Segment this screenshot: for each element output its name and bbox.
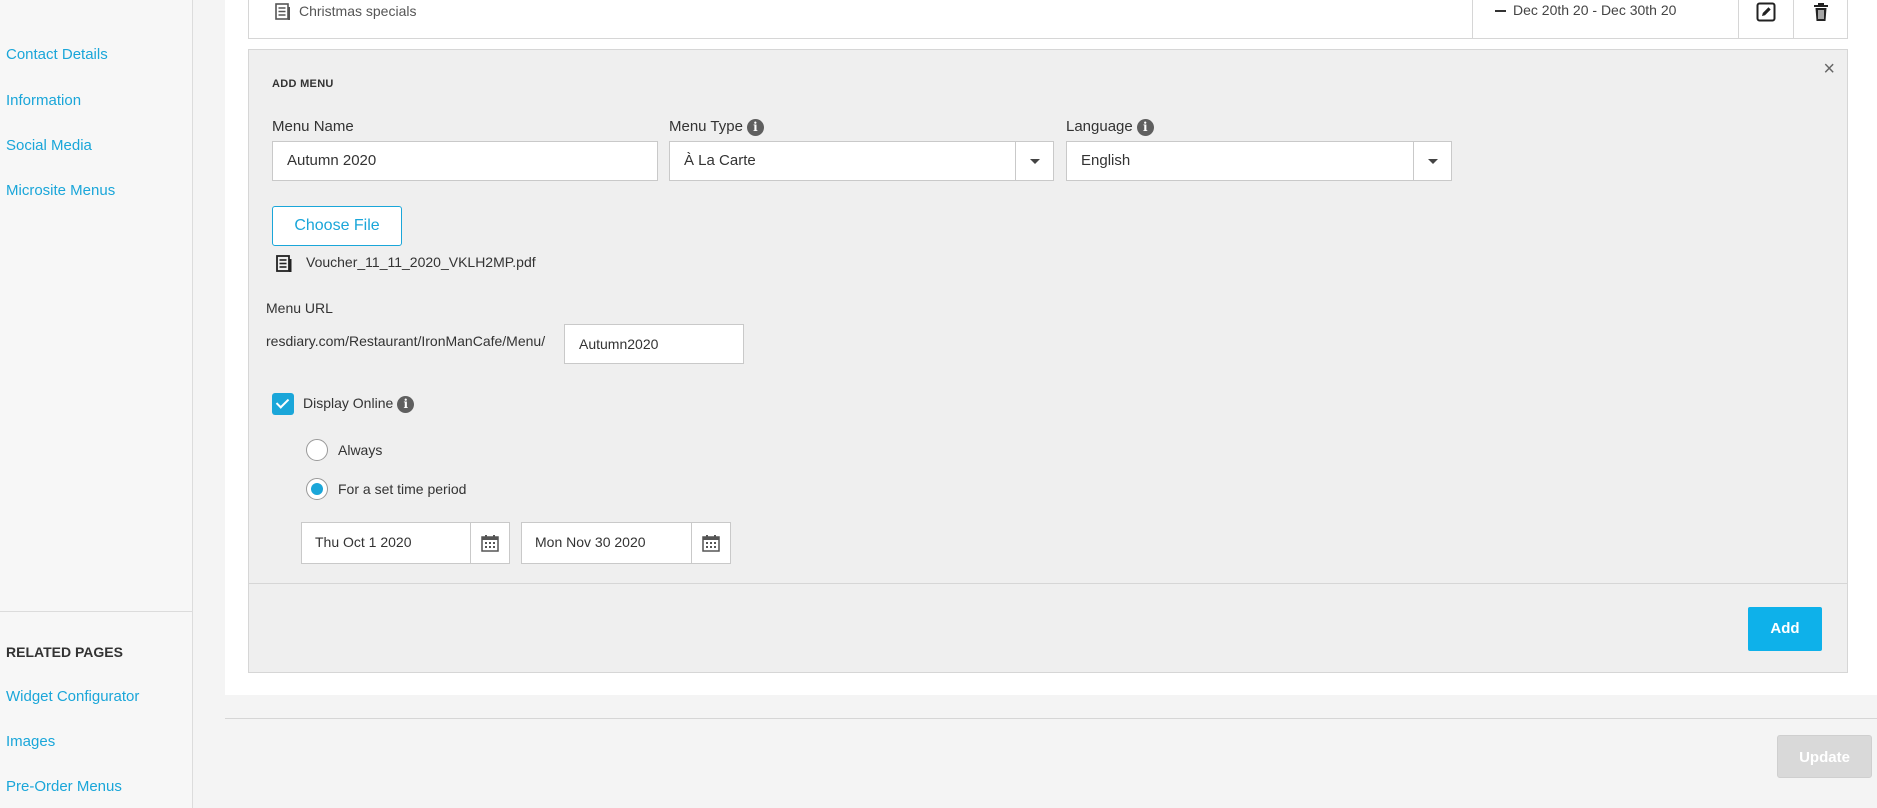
menu-type-select[interactable]: À La Carte	[669, 141, 1054, 181]
chevron-down-icon[interactable]	[1413, 142, 1451, 180]
calendar-icon[interactable]	[691, 523, 730, 563]
close-icon[interactable]: ×	[1823, 58, 1835, 81]
add-button[interactable]: Add	[1748, 607, 1822, 651]
menu-url-slug-input[interactable]: Autumn2020	[564, 324, 744, 364]
menu-row-name: Christmas specials	[299, 3, 417, 19]
sidebar: Contact Details Information Social Media…	[0, 0, 193, 808]
language-label: Language i	[1066, 118, 1154, 136]
menu-row-date-range: Dec 20th 20 - Dec 30th 20	[1513, 2, 1677, 18]
panel-footer-divider	[249, 583, 1847, 584]
delete-menu-button[interactable]	[1793, 0, 1848, 38]
info-icon[interactable]: i	[1136, 118, 1154, 136]
menu-row-dates: Dec 20th 20 - Dec 30th 20	[1472, 0, 1738, 38]
trash-icon	[1812, 2, 1830, 26]
sidebar-link-widget-configurator[interactable]: Widget Configurator	[6, 688, 139, 705]
radio-set-time-period[interactable]	[306, 478, 328, 500]
menu-url-label: Menu URL	[266, 300, 333, 316]
calendar-icon[interactable]	[470, 523, 509, 563]
edit-icon	[1756, 2, 1776, 26]
menu-type-value: À La Carte	[684, 152, 756, 169]
add-menu-title: ADD MENU	[272, 78, 334, 90]
menu-name-label: Menu Name	[272, 118, 354, 135]
bottom-divider	[225, 718, 1877, 719]
add-menu-panel: ADD MENU × Menu Name Autumn 2020 Menu Ty…	[248, 49, 1848, 673]
sidebar-link-pre-order-menus[interactable]: Pre-Order Menus	[6, 778, 122, 795]
choose-file-button[interactable]: Choose File	[272, 206, 402, 246]
sidebar-link-contact-details[interactable]: Contact Details	[6, 46, 108, 63]
sidebar-link-images[interactable]: Images	[6, 733, 55, 750]
radio-always-label: Always	[338, 442, 383, 458]
sidebar-link-social-media[interactable]: Social Media	[6, 137, 92, 154]
language-label-text: Language	[1066, 118, 1133, 135]
menu-name-input[interactable]: Autumn 2020	[272, 141, 658, 181]
language-select[interactable]: English	[1066, 141, 1452, 181]
update-button[interactable]: Update	[1777, 735, 1872, 778]
end-date-input[interactable]: Mon Nov 30 2020	[521, 522, 731, 564]
file-name: Voucher_11_11_2020_VKLH2MP.pdf	[306, 254, 536, 270]
radio-always[interactable]	[306, 439, 328, 461]
start-date-value: Thu Oct 1 2020	[315, 534, 412, 550]
info-icon[interactable]: i	[397, 395, 415, 413]
end-date-value: Mon Nov 30 2020	[535, 534, 646, 550]
language-value: English	[1081, 152, 1131, 169]
document-icon	[276, 255, 293, 277]
menu-type-label-text: Menu Type	[669, 118, 743, 135]
minus-icon	[1495, 10, 1506, 12]
start-date-input[interactable]: Thu Oct 1 2020	[301, 522, 510, 564]
radio-set-time-period-label: For a set time period	[338, 481, 467, 497]
sidebar-link-microsite-menus[interactable]: Microsite Menus	[6, 182, 115, 199]
sidebar-divider	[0, 611, 192, 612]
edit-menu-button[interactable]	[1738, 0, 1793, 38]
related-pages-heading: RELATED PAGES	[6, 644, 123, 660]
display-online-checkbox[interactable]	[272, 393, 294, 415]
display-online-label: Display Online i	[303, 395, 415, 413]
info-icon[interactable]: i	[746, 118, 764, 136]
document-icon	[275, 3, 291, 25]
menu-url-prefix: resdiary.com/Restaurant/IronManCafe/Menu…	[266, 333, 546, 349]
sidebar-link-information[interactable]: Information	[6, 92, 81, 109]
chevron-down-icon[interactable]	[1015, 142, 1053, 180]
display-online-label-text: Display Online	[303, 395, 394, 411]
menu-type-label: Menu Type i	[669, 118, 764, 136]
menu-row: Christmas specials Dec 20th 20 - Dec 30t…	[248, 0, 1848, 39]
